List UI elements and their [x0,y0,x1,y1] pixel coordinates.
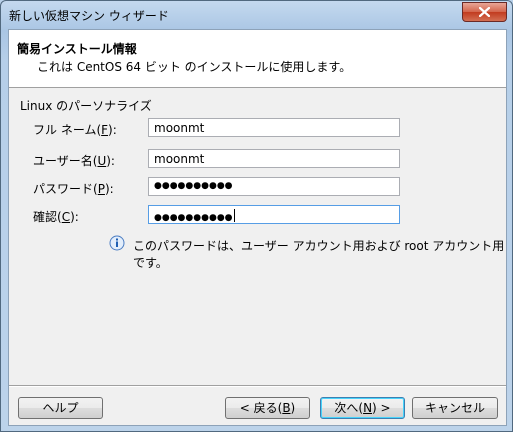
page-title: 簡易インストール情報 [17,42,137,56]
username-label: ユーザー名(U): [33,154,115,168]
close-icon [479,7,490,17]
wizard-header: 簡易インストール情報 これは CentOS 64 ビット のインストールに使用し… [9,30,506,88]
password-label: パスワード(P): [33,182,114,196]
username-input[interactable]: moonmt [148,149,400,168]
back-button[interactable]: < 戻る(B) [225,397,310,419]
page-subtitle: これは CentOS 64 ビット のインストールに使用します。 [37,60,352,74]
text-caret [233,209,235,222]
title-bar[interactable]: 新しい仮想マシン ウィザード [1,1,512,29]
wizard-body: 簡易インストール情報 これは CentOS 64 ビット のインストールに使用し… [8,29,507,426]
password-input[interactable]: ●●●●●●●●●● [148,177,400,196]
fullname-input[interactable]: moonmt [148,118,400,137]
confirm-password-input[interactable]: ●●●●●●●●●● [148,205,400,224]
close-button[interactable] [462,2,507,22]
fullname-label: フル ネーム(F): [33,123,117,137]
info-icon [109,235,125,251]
cancel-button[interactable]: キャンセル [412,397,498,419]
wizard-window: 新しい仮想マシン ウィザード 簡易インストール情報 これは CentOS 64 … [0,0,513,432]
confirm-label: 確認(C): [33,210,79,224]
group-label-personalize: Linux のパーソナライズ [20,99,152,113]
button-separator [9,385,506,387]
password-info-text: このパスワードは、ユーザー アカウント用および root アカウント用です。 [133,239,505,270]
next-button[interactable]: 次へ(N) > [320,397,405,419]
help-button[interactable]: ヘルプ [18,397,103,419]
window-title: 新しい仮想マシン ウィザード [9,9,169,23]
